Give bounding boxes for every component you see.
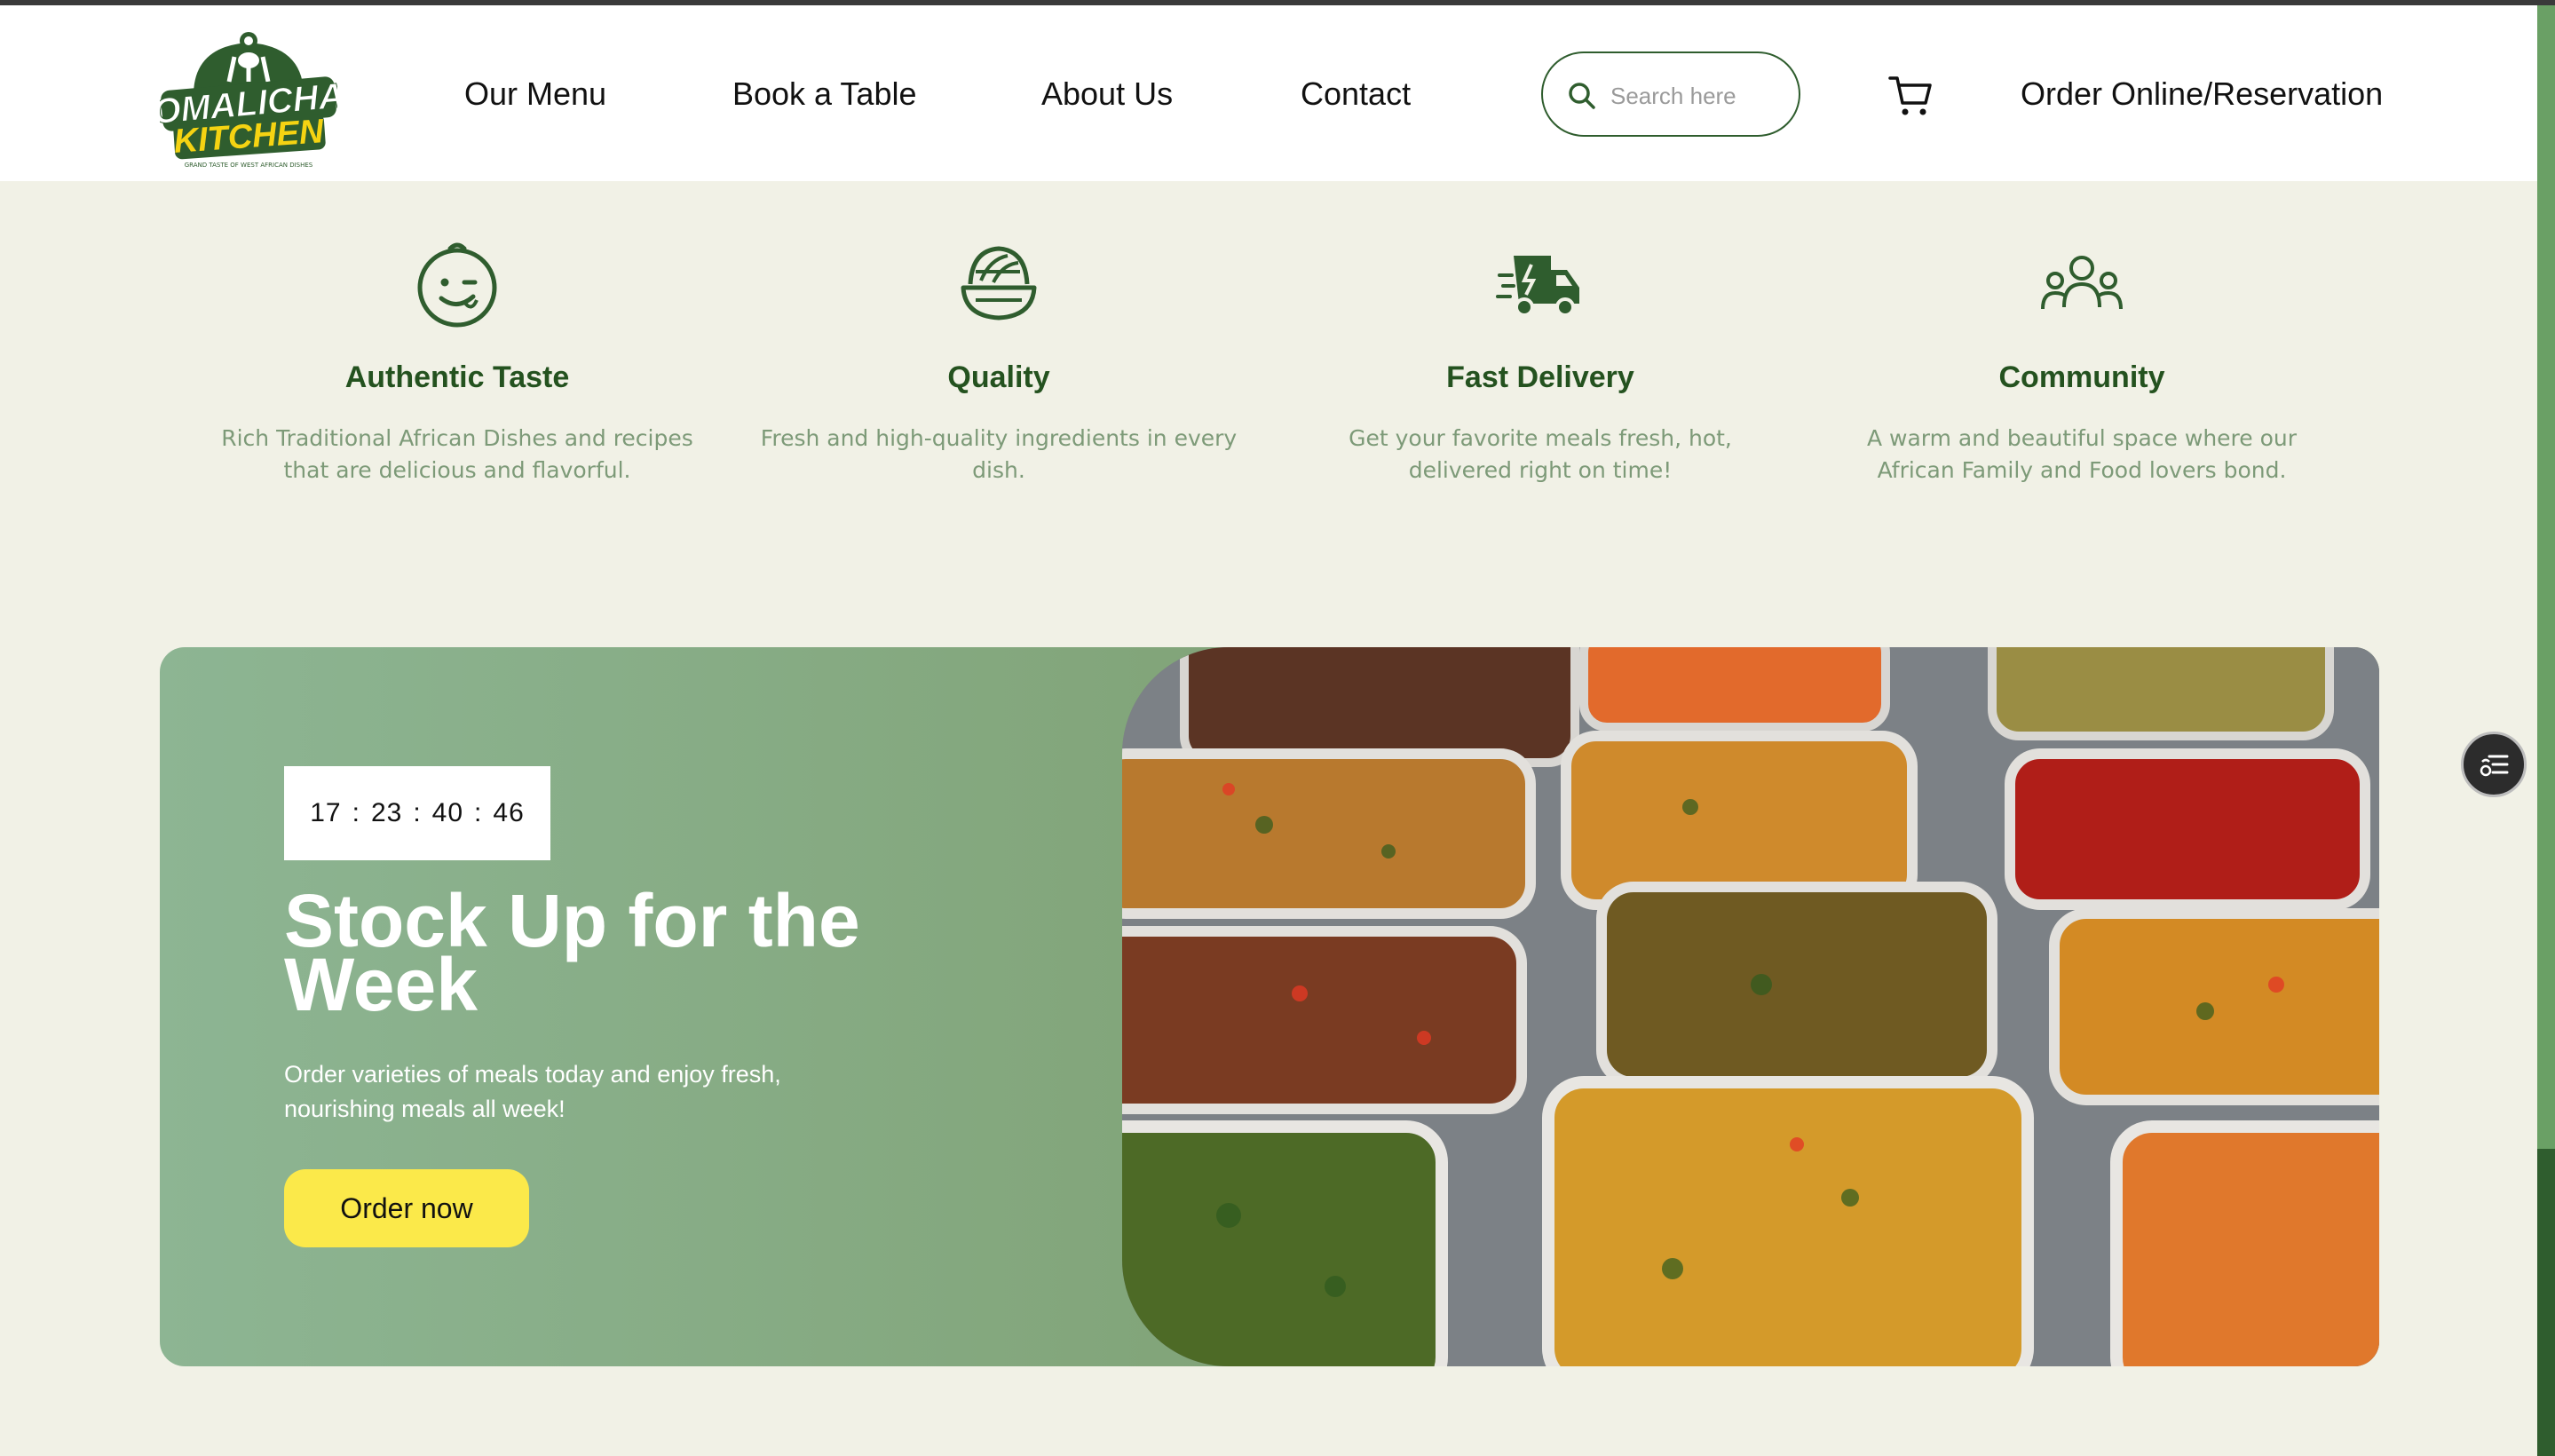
promo-title: Stock Up for the Week <box>284 879 860 1026</box>
countdown-days: 17 <box>310 798 342 827</box>
countdown-separator: : <box>413 798 422 827</box>
countdown-timer: 17 : 23 : 40 : 46 <box>284 766 550 860</box>
site-header: OMALICHA KITCHEN GRAND TASTE OF WEST AFR… <box>0 5 2537 181</box>
search-input[interactable] <box>1610 76 1788 115</box>
feature-title: Community <box>1998 360 2165 394</box>
feature-community: Community A warm and beautiful space whe… <box>1833 240 2330 487</box>
countdown-seconds: 46 <box>493 798 525 827</box>
feature-description: Get your favorite meals fresh, hot, deli… <box>1349 425 1732 483</box>
feature-authentic-taste: Authentic Taste Rich Traditional African… <box>209 240 706 487</box>
list-menu-icon <box>2480 755 2509 777</box>
promo-banner: 17 : 23 : 40 : 46 Stock Up for the Week … <box>160 647 2379 1366</box>
search-icon[interactable] <box>1566 80 1598 112</box>
nav-contact[interactable]: Contact <box>1301 75 1411 114</box>
brand-logo[interactable]: OMALICHA KITCHEN GRAND TASTE OF WEST AFR… <box>151 30 346 170</box>
floating-menu-button[interactable] <box>2461 732 2527 797</box>
delivery-truck-icon <box>1496 256 1579 317</box>
food-bowl-icon <box>961 246 1037 320</box>
feature-title: Fast Delivery <box>1446 360 1634 394</box>
svg-text:GRAND TASTE OF WEST AFRICAN DI: GRAND TASTE OF WEST AFRICAN DISHES <box>185 162 313 169</box>
community-icon <box>2041 256 2123 310</box>
food-containers-photo <box>1122 647 2379 1366</box>
feature-fast-delivery: Fast Delivery Get your favorite meals fr… <box>1292 240 1789 487</box>
cart-icon[interactable] <box>1887 73 1934 119</box>
smiley-face-icon <box>417 242 497 328</box>
nav-book-table[interactable]: Book a Table <box>732 75 917 114</box>
scrollbar-thumb[interactable] <box>2537 1149 2555 1456</box>
countdown-separator: : <box>474 798 483 827</box>
nav-our-menu[interactable]: Our Menu <box>464 75 606 114</box>
feature-title: Authentic Taste <box>344 360 570 394</box>
feature-quality: Quality Fresh and high-quality ingredien… <box>750 240 1247 487</box>
countdown-separator: : <box>352 798 360 827</box>
nav-about-us[interactable]: About Us <box>1041 75 1173 114</box>
countdown-minutes: 40 <box>431 798 464 827</box>
feature-title: Quality <box>947 360 1050 394</box>
brand-logo-icon: OMALICHA KITCHEN GRAND TASTE OF WEST AFR… <box>151 32 346 169</box>
feature-description: Fresh and high-quality ingredients in ev… <box>760 425 1238 483</box>
feature-description: A warm and beautiful space where our Afr… <box>1866 425 2298 483</box>
search-box[interactable] <box>1541 51 1800 137</box>
order-now-button[interactable]: Order now <box>284 1169 529 1247</box>
order-online-reservation-link[interactable]: Order Online/Reservation <box>2021 75 2383 114</box>
feature-description: Rich Traditional African Dishes and reci… <box>221 425 693 483</box>
countdown-hours: 23 <box>370 798 403 827</box>
promo-subtitle: Order varieties of meals today and enjoy… <box>284 1061 781 1122</box>
